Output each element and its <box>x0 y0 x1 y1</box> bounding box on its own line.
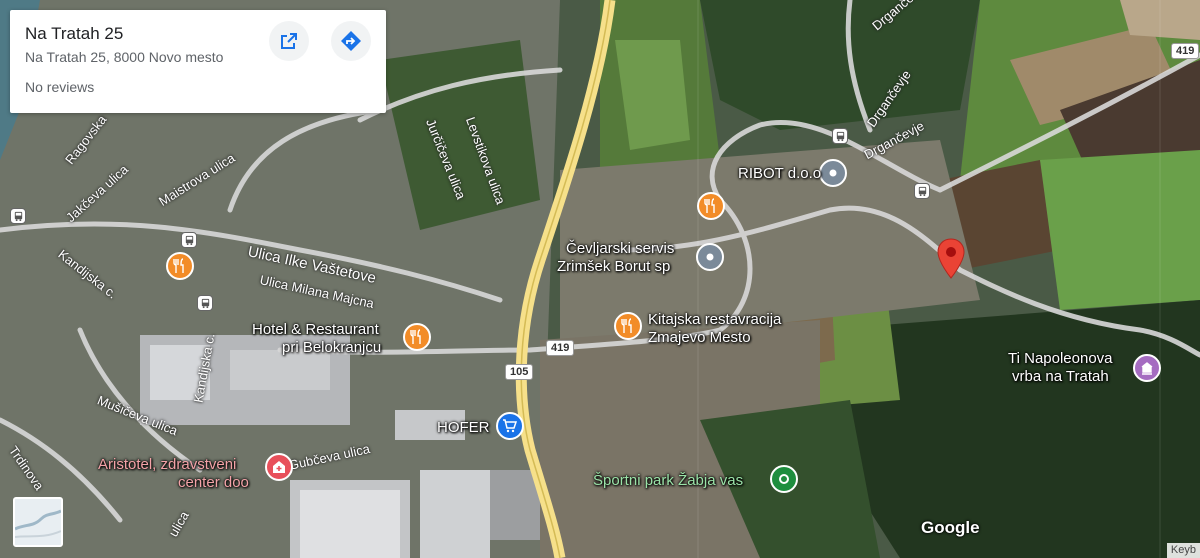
poi-label-sportni-park[interactable]: Športni park Žabja vas <box>593 473 743 489</box>
place-reviews: No reviews <box>25 79 95 95</box>
shopping-cart-icon[interactable] <box>496 412 524 440</box>
poi-label-napoleon-2[interactable]: vrba na Tratah <box>1012 369 1109 385</box>
location-pin-icon[interactable] <box>936 238 966 280</box>
map-type-toggle[interactable] <box>13 497 63 547</box>
place-icon[interactable] <box>696 243 724 271</box>
poi-label-aristotel-2[interactable]: center doo <box>178 475 249 491</box>
poi-label-kitajska[interactable]: Kitajska restavracija <box>648 312 781 328</box>
restaurant-icon[interactable] <box>614 312 642 340</box>
place-title: Na Tratah 25 <box>25 24 124 43</box>
medical-icon[interactable] <box>265 453 293 481</box>
bus-stop-icon[interactable] <box>832 128 848 144</box>
open-in-new-icon <box>281 33 297 49</box>
directions-icon <box>341 31 361 51</box>
poi-label-ribot[interactable]: RIBOT d.o.o <box>738 166 821 182</box>
poi-label-hotel-2[interactable]: pri Belokranjcu <box>282 340 381 356</box>
keyboard-shortcuts-button[interactable]: Keyb <box>1166 543 1200 558</box>
park-icon[interactable] <box>770 465 798 493</box>
open-in-maps-button[interactable] <box>269 21 309 61</box>
poi-label-aristotel[interactable]: Aristotel, zdravstveni <box>98 457 236 473</box>
restaurant-icon[interactable] <box>403 323 431 351</box>
restaurant-icon[interactable] <box>166 252 194 280</box>
directions-button[interactable] <box>331 21 371 61</box>
poi-label-hofer[interactable]: HOFER <box>437 420 490 436</box>
google-logo: Google <box>921 518 980 537</box>
poi-label-kitajska-2[interactable]: Zmajevo Mesto <box>648 330 751 346</box>
place-info-card: Na Tratah 25 Na Tratah 25, 8000 Novo mes… <box>10 10 386 113</box>
restaurant-icon[interactable] <box>697 192 725 220</box>
poi-label-cevljarski-2[interactable]: Zrimšek Borut sp <box>557 259 670 275</box>
poi-label-cevljarski[interactable]: Čevljarski servis <box>566 241 674 257</box>
bus-stop-icon[interactable] <box>914 183 930 199</box>
road-shield-105: 105 <box>505 364 534 380</box>
poi-label-napoleon[interactable]: Ti Napoleonova <box>1008 351 1113 367</box>
historic-landmark-icon[interactable] <box>1133 354 1161 382</box>
road-shield-419: 419 <box>1171 43 1200 59</box>
bus-stop-icon[interactable] <box>197 295 213 311</box>
bus-stop-icon[interactable] <box>10 208 26 224</box>
place-address: Na Tratah 25, 8000 Novo mesto <box>25 49 224 65</box>
poi-label-hotel[interactable]: Hotel & Restaurant <box>252 322 379 338</box>
place-icon[interactable] <box>819 159 847 187</box>
bus-stop-icon[interactable] <box>181 232 197 248</box>
road-shield-419: 419 <box>546 340 575 356</box>
